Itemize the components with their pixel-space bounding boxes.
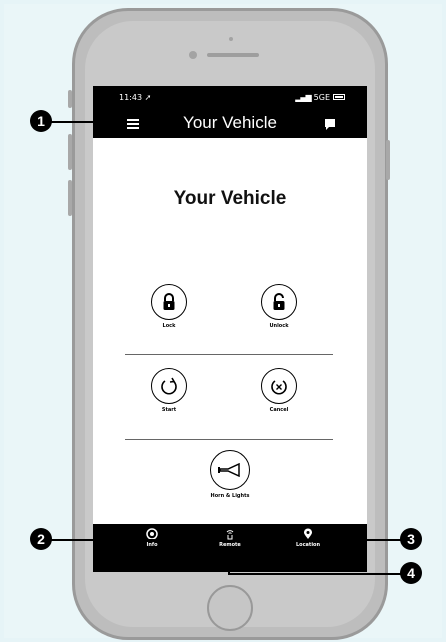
callout-line xyxy=(310,539,402,541)
callout-1: 1 xyxy=(30,110,52,132)
network-label: 5GE xyxy=(313,92,330,102)
nav-info-label: Info xyxy=(146,542,158,548)
home-button[interactable] xyxy=(207,585,253,631)
volume-down-button xyxy=(68,180,72,216)
callout-line xyxy=(228,573,402,575)
status-bar: 11:43 ➚ ▂▄▆ 5GE xyxy=(93,86,367,108)
power-button xyxy=(386,140,390,180)
cancel-button[interactable]: Cancel xyxy=(249,368,309,413)
lock-label: Lock xyxy=(162,323,176,329)
remote-icon xyxy=(205,528,255,540)
unlock-button[interactable]: Unlock xyxy=(249,284,309,329)
status-indicators: ▂▄▆ 5GE xyxy=(295,93,345,102)
silent-switch xyxy=(68,90,72,108)
nav-remote[interactable]: Remote xyxy=(205,528,255,572)
sensor-icon xyxy=(229,37,233,41)
callout-2: 2 xyxy=(30,528,52,550)
battery-icon xyxy=(333,94,345,100)
menu-icon[interactable] xyxy=(127,119,139,129)
status-time: 11:43 ➚ xyxy=(119,92,152,102)
phone-screen: 11:43 ➚ ▂▄▆ 5GE Your Vehicle Your Vehicl… xyxy=(93,86,367,572)
cancel-icon xyxy=(261,368,297,404)
horn-lights-label: Horn & Lights xyxy=(210,493,250,499)
unlock-icon xyxy=(261,284,297,320)
start-label: Start xyxy=(161,407,177,413)
nav-location-label: Location xyxy=(295,542,321,548)
speaker-grille xyxy=(207,53,259,57)
callout-line xyxy=(50,121,118,123)
cancel-label: Cancel xyxy=(269,407,289,413)
camera-icon xyxy=(189,51,197,59)
horn-icon xyxy=(210,450,250,490)
signal-icon: ▂▄▆ xyxy=(295,92,312,102)
callout-3: 3 xyxy=(400,528,422,550)
unlock-label: Unlock xyxy=(269,323,289,329)
callout-line xyxy=(228,556,230,574)
callout-line xyxy=(50,539,160,541)
chat-icon[interactable] xyxy=(325,119,335,130)
callout-4: 4 xyxy=(400,562,422,584)
header-title: Your Vehicle xyxy=(183,113,277,132)
divider xyxy=(125,354,333,355)
start-button[interactable]: Start xyxy=(139,368,199,413)
start-icon xyxy=(151,368,187,404)
page-title: Your Vehicle xyxy=(173,188,287,209)
nav-location[interactable]: Location xyxy=(283,528,333,572)
horn-lights-button[interactable]: Horn & Lights xyxy=(192,450,268,499)
lock-button[interactable]: Lock xyxy=(139,284,199,329)
app-header: Your Vehicle xyxy=(93,108,367,138)
nav-remote-label: Remote xyxy=(219,542,241,548)
nav-info[interactable]: Info xyxy=(127,528,177,572)
lock-icon xyxy=(151,284,187,320)
bottom-navigation: Info Remote Location xyxy=(93,524,367,572)
divider xyxy=(125,439,333,440)
volume-up-button xyxy=(68,134,72,170)
